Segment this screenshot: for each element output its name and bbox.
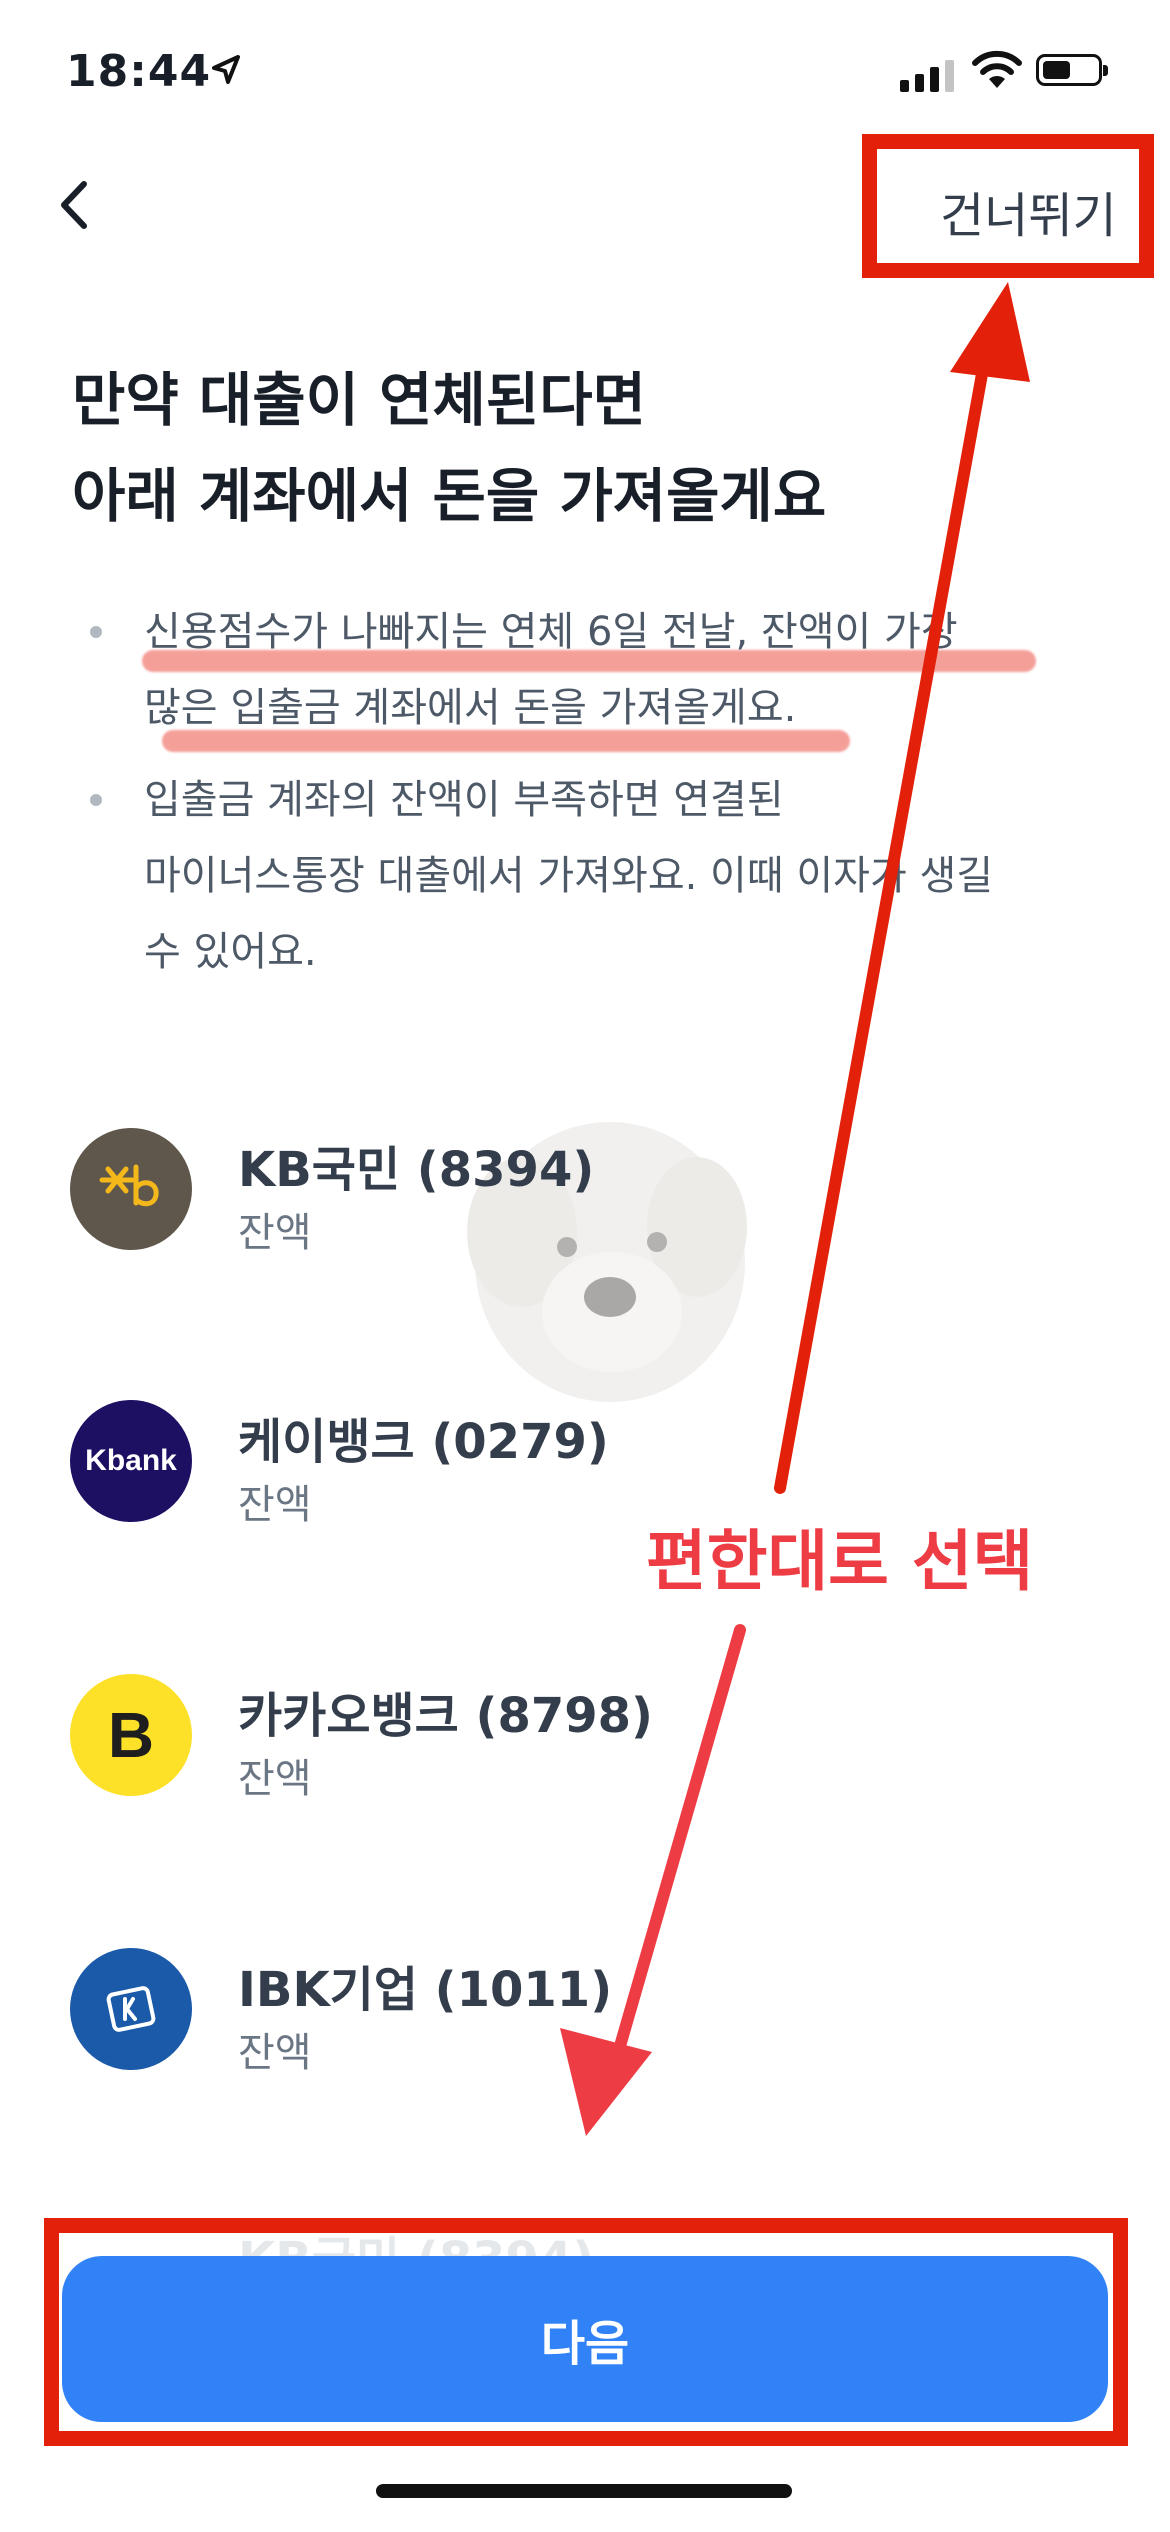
annotation-arrows <box>560 282 1030 2136</box>
arrow-up-head-icon <box>950 282 1030 382</box>
arrow-down-head-icon <box>560 2028 652 2136</box>
arrow-down-line <box>610 1624 746 2066</box>
home-indicator[interactable] <box>376 2484 792 2498</box>
annotation-text: 편한대로 선택 <box>646 1523 1034 1600</box>
next-button[interactable]: 다음 <box>62 2256 1108 2422</box>
arrow-up-line <box>774 346 992 1494</box>
